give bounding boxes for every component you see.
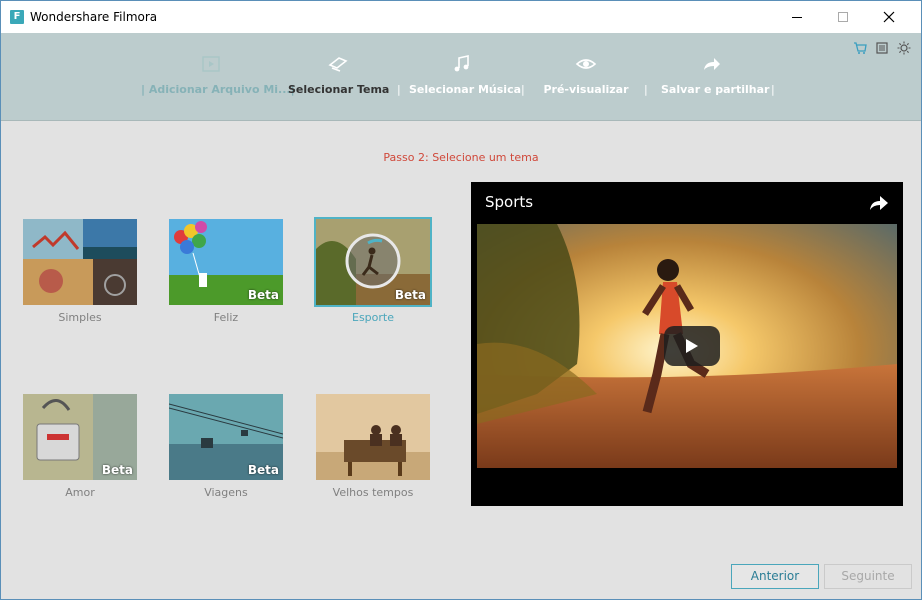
separator: |	[771, 83, 775, 96]
theme-velhos-tempos[interactable]: Velhos tempos	[316, 394, 430, 499]
maximize-button[interactable]	[820, 1, 866, 33]
utility-icons	[853, 41, 911, 55]
share-icon	[704, 58, 720, 70]
share-icon[interactable]	[869, 194, 889, 212]
cart-icon[interactable]	[853, 41, 867, 55]
window-title: Wondershare Filmora	[30, 10, 158, 24]
close-button[interactable]	[866, 1, 912, 33]
preview-title: Sports	[485, 193, 534, 211]
step-label-select-music: Selecionar Música	[409, 83, 522, 96]
step-label-save-share: Salvar e partilhar	[661, 83, 770, 96]
play-icon	[686, 339, 698, 353]
theme-thumbnail: Beta	[23, 394, 137, 480]
theme-viagens[interactable]: Beta Viagens	[169, 394, 283, 499]
eye-icon	[575, 59, 597, 69]
step-label-add-files: | Adicionar Arquivo Mi...|	[141, 83, 295, 96]
brightness-icon[interactable]	[897, 41, 911, 55]
play-button[interactable]	[664, 326, 720, 366]
separator: |	[521, 83, 525, 96]
separator: |	[644, 83, 648, 96]
theme-thumbnail: Beta	[169, 219, 283, 305]
theme-thumbnail	[23, 219, 137, 305]
minimize-icon	[792, 16, 802, 18]
video-preview[interactable]: Sports	[471, 182, 903, 506]
wizard-header: | Adicionar Arquivo Mi...| Selecionar Te…	[1, 33, 921, 121]
close-icon	[883, 11, 895, 23]
theme-icon	[328, 57, 348, 72]
beta-badge: Beta	[101, 463, 133, 477]
theme-feliz[interactable]: Beta Feliz	[169, 219, 283, 324]
next-button[interactable]: Seguinte	[824, 564, 912, 589]
step-select-music[interactable]: Selecionar Música	[409, 33, 522, 121]
step-select-theme[interactable]: Selecionar Tema	[288, 33, 390, 121]
theme-label: Esporte	[352, 311, 394, 324]
theme-simples[interactable]: Simples	[23, 219, 137, 324]
minimize-button[interactable]	[774, 1, 820, 33]
step-label-select-theme: Selecionar Tema	[288, 83, 390, 96]
step-label-preview: Pré-visualizar	[543, 83, 629, 96]
title-bar: F Wondershare Filmora	[1, 1, 921, 33]
step-add-files[interactable]: | Adicionar Arquivo Mi...|	[141, 33, 295, 121]
theme-label: Velhos tempos	[332, 486, 414, 499]
theme-thumbnail	[316, 394, 430, 480]
theme-label: Viagens	[204, 486, 248, 499]
theme-label: Feliz	[213, 311, 239, 324]
maximize-icon	[838, 12, 848, 22]
music-icon	[454, 55, 469, 72]
theme-thumbnail-selected: Beta	[314, 217, 432, 307]
previous-button[interactable]: Anterior	[731, 564, 819, 589]
theme-amor[interactable]: Beta Amor	[23, 394, 137, 499]
app-icon: F	[10, 10, 24, 24]
theme-esporte[interactable]: Beta Esporte	[314, 217, 432, 324]
step-preview[interactable]: Pré-visualizar	[541, 33, 631, 121]
theme-label: Amor	[65, 486, 95, 499]
theme-label: Simples	[58, 311, 102, 324]
beta-badge: Beta	[247, 463, 279, 477]
filmora-window: F Wondershare Filmora | Adicionar Arquiv…	[0, 0, 922, 600]
beta-badge: Beta	[394, 288, 426, 302]
step-hint: Passo 2: Selecione um tema	[383, 151, 539, 164]
separator: |	[397, 83, 401, 96]
preview-image	[477, 224, 897, 468]
step-save-share[interactable]: Salvar e partilhar	[661, 33, 770, 121]
film-icon	[202, 56, 220, 72]
theme-thumbnail: Beta	[169, 394, 283, 480]
beta-badge: Beta	[247, 288, 279, 302]
list-icon[interactable]	[875, 41, 889, 55]
